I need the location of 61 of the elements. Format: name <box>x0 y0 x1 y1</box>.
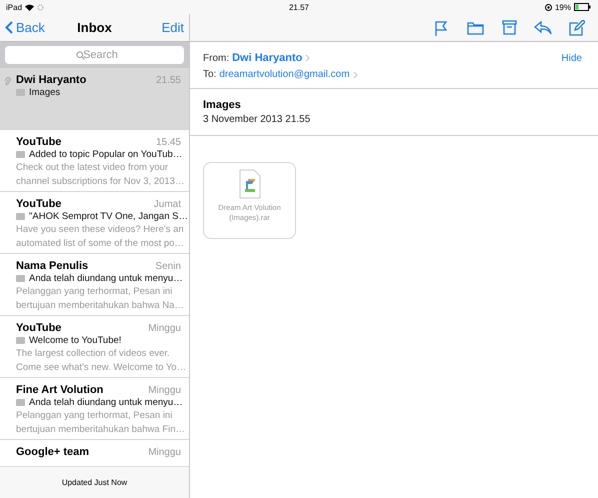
message-date: 3 November 2013 21.55 <box>203 114 312 125</box>
chevron-icon <box>352 70 358 78</box>
update-status: Updated Just Now <box>62 478 128 487</box>
activity-icon <box>37 4 44 10</box>
message-preview: Check out the latest video from your <box>16 161 170 174</box>
lock-rotation-icon <box>544 4 552 10</box>
message-subject: Images <box>29 87 60 98</box>
inbox-title: Inbox <box>77 20 112 35</box>
hide-button[interactable]: Hide <box>561 52 582 64</box>
chevron-icon <box>5 21 13 34</box>
archive-icon[interactable] <box>500 18 518 36</box>
to-tag-icon <box>16 337 25 344</box>
battery-percent: 19% <box>554 2 571 12</box>
sender-name: YouTube <box>16 198 62 210</box>
message-preview: automated list of some of the most po… <box>16 237 181 250</box>
wifi-icon <box>25 4 34 10</box>
message-time: 15.45 <box>156 137 181 148</box>
device-name: iPad <box>6 2 22 12</box>
back-button[interactable]: Back <box>5 20 45 35</box>
message-preview: channel subscriptions for Nov 3, 2013… <box>16 175 181 188</box>
sender-name: YouTube <box>16 136 62 148</box>
archive-file-icon <box>238 169 260 199</box>
edit-button[interactable]: Edit <box>162 20 184 35</box>
chevron-icon <box>305 54 310 62</box>
message-preview: Pelanggan yang terhormat, Pesan ini <box>16 409 174 422</box>
sender-name: Dwi Haryanto <box>16 74 86 86</box>
to-tag-icon <box>16 399 25 406</box>
message-time: Minggu <box>148 447 181 458</box>
clock: 21.57 <box>288 2 310 12</box>
reply-icon[interactable] <box>534 18 552 36</box>
compose-icon[interactable] <box>568 18 586 36</box>
to-tag-icon <box>16 151 25 158</box>
recipient-link[interactable]: dreamartvolution@gmail.com <box>219 69 350 80</box>
message-preview: Pelanggan yang terhormat, Pesan ini <box>16 285 174 298</box>
search-field[interactable]: Search <box>5 46 184 64</box>
sender-name: Google+ team <box>16 446 90 458</box>
message-time: 21.55 <box>156 75 181 86</box>
message-subject: Anda telah diundang untuk menyu… <box>29 397 183 408</box>
battery-icon <box>574 3 592 11</box>
message-time: Jumat <box>154 199 181 210</box>
to-tag-icon <box>16 213 25 220</box>
to-tag-icon <box>16 275 25 282</box>
to-label: To: <box>203 69 216 80</box>
from-label: From: <box>203 52 230 64</box>
sender-name: Fine Art Volution <box>16 384 104 396</box>
message-row[interactable]: Dwi Haryanto 21.55 Images <box>0 68 189 130</box>
sender-name: YouTube <box>16 322 62 334</box>
message-preview: bertujuan memberitahukan bahwa Na… <box>16 299 181 312</box>
message-subject: Welcome to YouTube! <box>29 335 122 346</box>
message-preview: The largest collection of videos ever. <box>16 347 171 360</box>
message-subject: "AHOK Semprot TV One, Jangan S… <box>29 211 188 222</box>
sender-link[interactable]: Dwi Haryanto <box>232 52 302 64</box>
message-time: Minggu <box>148 385 181 396</box>
message-time: Senin <box>155 261 181 272</box>
message-subject: Added to topic Popular on YouTub… <box>29 149 182 160</box>
message-time: Minggu <box>148 323 181 334</box>
message-title: Images <box>203 99 242 111</box>
message-preview: Have you seen these videos? Here's an <box>16 223 181 236</box>
message-subject: Anda telah diundang untuk menyu… <box>29 273 183 284</box>
to-tag-icon <box>16 89 25 96</box>
sender-name: Nama Penulis <box>16 260 88 272</box>
